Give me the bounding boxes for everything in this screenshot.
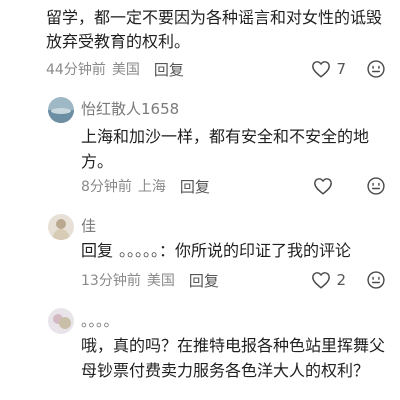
comment-meta: 13分钟前 美国 回复 2 [81,269,390,291]
username[interactable]: 佳 [81,215,96,236]
avatar[interactable] [48,214,74,240]
comment-feed: 留学，都一定不要因为各种谣言和对女性的诋毁放弃受教育的权利。 44分钟前 美国 … [0,0,400,400]
comment-text: 回复 。。。。。：你所说的印证了我的评论 [81,238,397,263]
heart-outline-icon [312,61,331,78]
username[interactable]: 怡红散人1658 [81,98,179,119]
like-button[interactable] [313,175,346,197]
username[interactable]: 。。。。 [81,310,119,331]
avatar-image [48,214,74,240]
like-button[interactable]: 7 [311,58,346,80]
reply-button[interactable]: 回复 [189,270,219,291]
reply-prefix: 回复 [81,241,114,260]
reply-colon: ： [159,241,176,260]
comment-text: 上海和加沙一样，都有安全和不安全的地方。 [81,127,370,171]
emoji-reaction-button[interactable] [366,269,386,291]
heart-outline-icon [312,272,331,289]
comment-meta-partial: 44分钟前 美国 回复 7 [46,58,390,80]
like-count: 2 [336,271,346,289]
avatar-image [48,97,74,123]
avatar[interactable] [48,308,74,334]
heart-outline-icon [314,178,332,195]
smiley-face-icon [367,177,385,195]
comment-text-partial: 留学，都一定不要因为各种谣言和对女性的诋毁放弃受教育的权利。 [46,8,383,51]
reply-button[interactable]: 回复 [154,59,184,80]
emoji-reaction-button[interactable] [366,175,386,197]
avatar-image [48,308,74,334]
comment-location: 上海 [137,179,166,195]
like-button[interactable]: 2 [311,269,346,291]
comment-location: 美国 [111,62,140,78]
comment-time: 13分钟前 [81,273,141,289]
smiley-face-icon [367,60,385,78]
smiley-face-icon [367,271,385,289]
reply-button[interactable]: 回复 [180,176,210,197]
reply-target-username[interactable]: 。。。。。 [119,241,159,260]
comment-location: 美国 [146,273,175,289]
comment-time: 44分钟前 [46,62,106,78]
emoji-reaction-button[interactable] [366,58,386,80]
comment-meta: 8分钟前 上海 回复 [81,175,390,197]
comment-text: 哦，真的吗？在推特电报各种色站里挥舞父母钞票付费卖力服务各色洋大人的权利？ [81,336,386,380]
avatar[interactable] [48,97,74,123]
like-count: 7 [336,60,346,78]
comment-time: 8分钟前 [81,179,132,195]
reply-text: 你所说的印证了我的评论 [175,241,352,260]
